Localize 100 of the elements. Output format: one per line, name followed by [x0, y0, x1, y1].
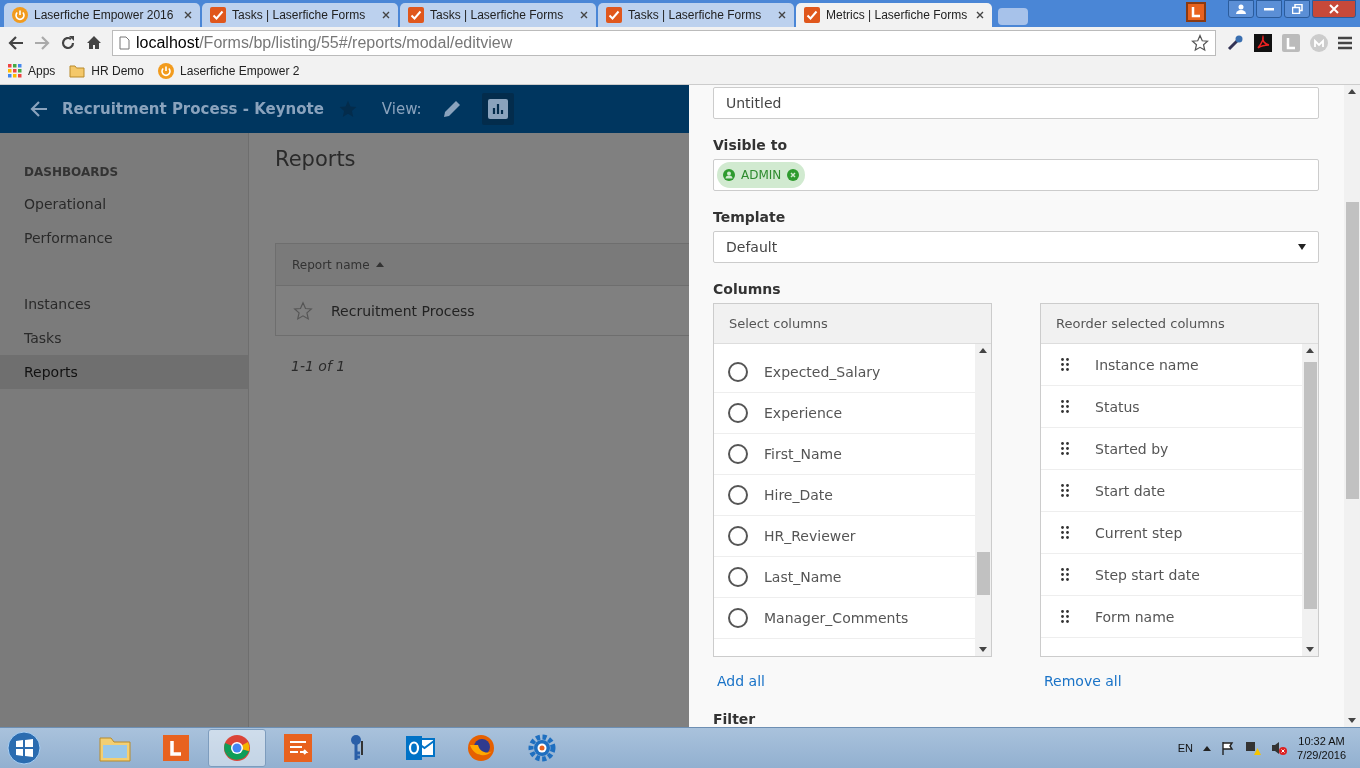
- drag-handle-icon[interactable]: [1061, 526, 1069, 539]
- dropdown-caret-icon: [1298, 244, 1306, 250]
- remove-icon[interactable]: [787, 169, 800, 181]
- radio-button[interactable]: [728, 567, 748, 587]
- letter-l-icon[interactable]: [163, 735, 189, 761]
- bookmark[interactable]: Apps: [8, 64, 56, 78]
- back-icon[interactable]: [8, 35, 24, 50]
- column-option[interactable]: Last_Name: [764, 569, 842, 585]
- drag-handle-icon[interactable]: [1061, 358, 1069, 371]
- user-button[interactable]: [1228, 0, 1254, 18]
- radio-button[interactable]: [728, 526, 748, 546]
- firefox-icon[interactable]: [466, 733, 496, 763]
- field-label: Visible to: [713, 137, 789, 153]
- bookmark[interactable]: HR Demo: [69, 64, 145, 78]
- chrome-icon[interactable]: [223, 734, 251, 762]
- start-button[interactable]: [4, 728, 44, 768]
- scrollbar[interactable]: [1344, 85, 1360, 727]
- scroll-up-icon[interactable]: [1348, 89, 1356, 94]
- scroll-down-icon[interactable]: [1348, 718, 1356, 723]
- network-warning-icon[interactable]: [1245, 740, 1262, 756]
- scrollbar[interactable]: [1302, 344, 1318, 656]
- list-header: Select columns: [714, 304, 991, 344]
- drag-handle-icon[interactable]: [1061, 442, 1069, 455]
- scroll-thumb[interactable]: [976, 551, 990, 595]
- clock-time[interactable]: 10:32 AM: [1298, 735, 1345, 747]
- scroll-down-icon[interactable]: [979, 647, 987, 652]
- tray-expand-icon[interactable]: [1203, 745, 1212, 751]
- column-option[interactable]: Hire_Date: [764, 487, 833, 503]
- selected-column[interactable]: Step start date: [1095, 566, 1200, 583]
- bar-chart-icon: [487, 99, 508, 119]
- selected-column[interactable]: Started by: [1095, 440, 1169, 457]
- selected-column[interactable]: Instance name: [1095, 356, 1199, 373]
- gear-icon[interactable]: [527, 733, 557, 763]
- reload-icon[interactable]: [60, 34, 76, 51]
- browser-tab[interactable]: Tasks | Laserfiche Forms: [598, 3, 794, 27]
- back-arrow-icon[interactable]: [30, 101, 48, 117]
- add-all-link[interactable]: Add all: [713, 673, 992, 689]
- browser-tab[interactable]: Tasks | Laserfiche Forms: [202, 3, 398, 27]
- template-dropdown[interactable]: Default: [713, 231, 1319, 263]
- scroll-thumb[interactable]: [1303, 361, 1317, 610]
- scrollbar[interactable]: [975, 344, 991, 656]
- radio-button[interactable]: [728, 608, 748, 628]
- eyedropper-icon[interactable]: [1226, 33, 1244, 52]
- minimize-button[interactable]: [1256, 0, 1282, 18]
- scroll-down-icon[interactable]: [1306, 647, 1314, 652]
- pencil-icon: [441, 99, 462, 119]
- language-indicator[interactable]: EN: [1177, 742, 1194, 754]
- radio-button[interactable]: [728, 362, 748, 382]
- address-bar[interactable]: localhost/Forms/bp/listing/55#/reports/modal/editview: [112, 29, 1216, 56]
- forms-icon[interactable]: [284, 734, 312, 762]
- scroll-up-icon[interactable]: [1306, 348, 1314, 353]
- radio-button[interactable]: [728, 444, 748, 464]
- name-field[interactable]: Untitled: [713, 87, 1319, 119]
- close-icon[interactable]: [778, 11, 786, 19]
- selected-column[interactable]: Status: [1095, 398, 1140, 415]
- sidebar-item[interactable]: Reports: [0, 355, 248, 389]
- selected-column[interactable]: Current step: [1095, 524, 1183, 541]
- mail-icon[interactable]: [405, 734, 435, 762]
- scroll-up-icon[interactable]: [979, 348, 987, 353]
- drag-handle-icon[interactable]: [1061, 400, 1069, 413]
- report-name[interactable]: Recruitment Process: [331, 302, 475, 319]
- close-icon[interactable]: [580, 11, 588, 19]
- home-icon[interactable]: [86, 35, 102, 50]
- restore-button[interactable]: [1284, 0, 1310, 18]
- drag-handle-icon[interactable]: [1061, 610, 1069, 623]
- menu-icon[interactable]: [1338, 35, 1352, 50]
- column-option[interactable]: Expected_Salary: [764, 364, 881, 380]
- process-title: Recruitment Process - Keynote: [62, 100, 324, 118]
- column-option[interactable]: Manager_Comments: [764, 610, 909, 626]
- browser-tab[interactable]: Metrics | Laserfiche Forms: [796, 3, 992, 27]
- selected-column[interactable]: Start date: [1095, 482, 1166, 499]
- star-icon[interactable]: [293, 300, 313, 321]
- selected-column[interactable]: Form name: [1095, 608, 1175, 625]
- radio-button[interactable]: [728, 403, 748, 423]
- chart-view-button[interactable]: [481, 93, 514, 125]
- scroll-thumb[interactable]: [1345, 202, 1359, 499]
- bookmark-star-icon[interactable]: [1191, 33, 1209, 52]
- pdf-icon[interactable]: [1254, 33, 1272, 52]
- remove-all-link[interactable]: Remove all: [1040, 673, 1319, 689]
- column-option[interactable]: First_Name: [764, 446, 842, 462]
- close-button[interactable]: [1312, 0, 1356, 18]
- column-option[interactable]: Experience: [764, 405, 843, 421]
- column-option[interactable]: HR_Reviewer: [764, 528, 856, 544]
- drag-handle-icon[interactable]: [1061, 568, 1069, 581]
- clock-date[interactable]: 7/29/2016: [1297, 749, 1346, 761]
- field-label: Columns: [713, 281, 782, 297]
- close-icon: [1329, 4, 1339, 14]
- letter-l-button[interactable]: [1186, 2, 1206, 22]
- browser-tab[interactable]: Tasks | Laserfiche Forms: [400, 3, 596, 27]
- field-label: Filter: [713, 711, 757, 727]
- volume-muted-icon[interactable]: [1271, 740, 1288, 756]
- radio-button[interactable]: [728, 485, 748, 505]
- drag-handle-icon[interactable]: [1061, 484, 1069, 497]
- browser-tab[interactable]: Laserfiche Empower 2016: [4, 3, 200, 27]
- flag-icon[interactable]: [1221, 741, 1236, 755]
- close-icon[interactable]: [184, 11, 192, 19]
- close-icon[interactable]: [382, 11, 390, 19]
- bookmark[interactable]: Laserfiche Empower 2: [158, 63, 300, 79]
- close-icon[interactable]: [976, 11, 984, 19]
- checkmark-icon: [804, 7, 820, 23]
